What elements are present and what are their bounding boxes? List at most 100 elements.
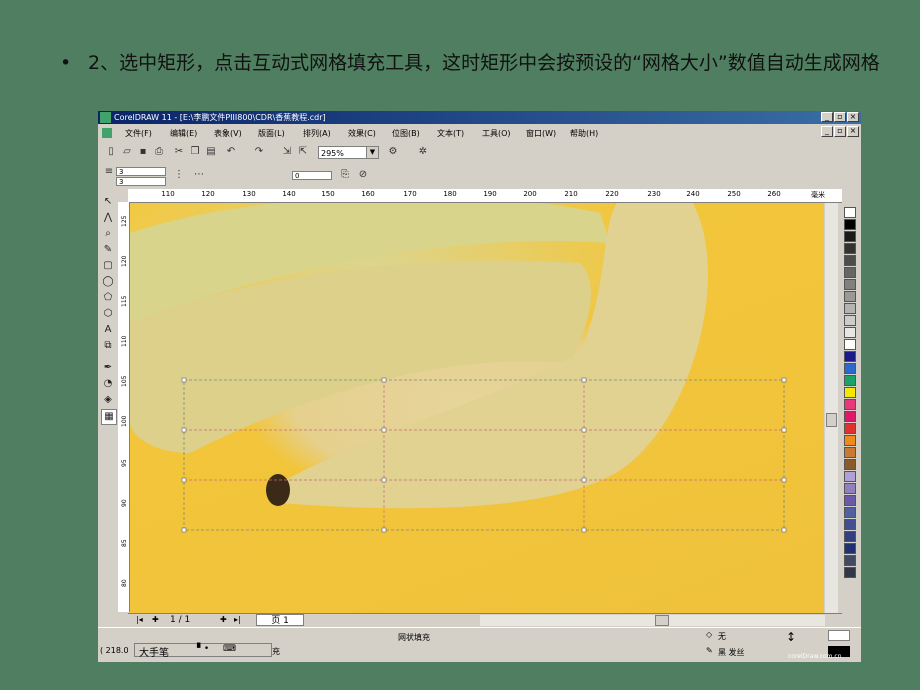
page-tab[interactable]: 页 1 <box>256 614 304 626</box>
color-swatch[interactable] <box>844 243 856 254</box>
vruler-label: 110 <box>121 335 128 347</box>
color-swatch[interactable] <box>844 363 856 374</box>
menu-bitmaps[interactable]: 位图(B) <box>392 128 420 139</box>
copy-mesh-icon[interactable]: ⎘ <box>338 168 352 182</box>
color-swatch[interactable] <box>844 387 856 398</box>
outline-tool-icon[interactable]: ◔ <box>101 377 115 391</box>
maximize-button[interactable]: ▫ <box>834 112 846 122</box>
paste-icon[interactable]: ▤ <box>204 145 218 159</box>
ime-mode-icon[interactable]: ▘• <box>197 644 209 654</box>
delete-node-icon[interactable]: ⋯ <box>192 168 206 182</box>
color-swatch[interactable] <box>844 255 856 266</box>
save-icon[interactable]: ▪ <box>136 145 150 159</box>
color-swatch[interactable] <box>844 423 856 434</box>
doc-minimize-button[interactable]: _ <box>821 126 833 137</box>
vertical-scrollbar[interactable] <box>825 203 838 613</box>
interactive-mesh-fill-icon[interactable]: ▦ <box>101 409 117 425</box>
fill-tool-icon[interactable]: ◈ <box>101 393 115 407</box>
menu-layout[interactable]: 版面(L) <box>258 128 285 139</box>
color-swatch[interactable] <box>844 267 856 278</box>
color-swatch[interactable] <box>844 543 856 554</box>
first-page-icon[interactable]: |◂ <box>136 615 143 624</box>
color-swatch[interactable] <box>844 315 856 326</box>
corel-online-icon[interactable]: ✲ <box>416 145 430 159</box>
vscroll-thumb[interactable] <box>826 413 837 427</box>
menu-tools[interactable]: 工具(O) <box>482 128 511 139</box>
color-swatch[interactable] <box>844 447 856 458</box>
color-swatch[interactable] <box>844 231 856 242</box>
menu-text[interactable]: 文本(T) <box>437 128 464 139</box>
menu-window[interactable]: 窗口(W) <box>526 128 556 139</box>
next-page-icon[interactable]: ✚ <box>220 615 227 624</box>
basic-shapes-icon[interactable]: ⬡ <box>101 307 115 321</box>
doc-close-button[interactable]: × <box>847 126 859 137</box>
import-icon[interactable]: ⇲ <box>280 145 294 159</box>
menu-help[interactable]: 帮助(H) <box>570 128 598 139</box>
add-node-icon[interactable]: ⋮ <box>172 168 186 182</box>
new-icon[interactable]: ▯ <box>104 145 118 159</box>
app-launcher-icon[interactable]: ⚙ <box>386 145 400 159</box>
menu-arrange[interactable]: 排列(A) <box>303 128 331 139</box>
vruler-label: 105 <box>121 375 128 387</box>
color-swatch[interactable] <box>844 471 856 482</box>
prev-page-icon[interactable]: ✚ <box>152 615 159 624</box>
color-swatch[interactable] <box>844 327 856 338</box>
color-swatch[interactable] <box>844 339 856 350</box>
minimize-button[interactable]: _ <box>821 112 833 122</box>
text-tool-icon[interactable]: A <box>101 323 115 337</box>
color-swatch[interactable] <box>844 399 856 410</box>
mesh-columns-field[interactable]: 3 <box>116 167 166 176</box>
freehand-tool-icon[interactable]: ✎ <box>101 243 115 257</box>
horizontal-scrollbar[interactable] <box>480 615 825 626</box>
menu-file[interactable]: 文件(F) <box>125 128 152 139</box>
drawing-canvas[interactable] <box>130 203 824 613</box>
undo-icon[interactable]: ↶ <box>224 145 238 159</box>
color-swatch[interactable] <box>844 519 856 530</box>
color-swatch[interactable] <box>844 555 856 566</box>
ime-label[interactable]: 大手笔 <box>139 644 169 659</box>
interactive-blend-icon[interactable]: ⧉ <box>101 339 115 353</box>
open-icon[interactable]: ▱ <box>120 145 134 159</box>
color-swatch[interactable] <box>844 351 856 362</box>
mesh-rows-field[interactable]: 3 <box>116 177 166 186</box>
hscroll-thumb[interactable] <box>655 615 669 626</box>
last-page-icon[interactable]: ▸| <box>234 615 241 624</box>
color-swatch[interactable] <box>844 459 856 470</box>
ruler-tick: 120 <box>201 190 215 198</box>
ime-keyboard-icon[interactable]: ⌨ <box>223 644 236 654</box>
shape-tool-icon[interactable]: ⋀ <box>101 211 115 225</box>
color-swatch[interactable] <box>844 291 856 302</box>
export-icon[interactable]: ⇱ <box>296 145 310 159</box>
color-swatch[interactable] <box>844 219 856 230</box>
clear-mesh-icon[interactable]: ⊘ <box>356 168 370 182</box>
zoom-tool-icon[interactable]: ⌕ <box>101 227 115 241</box>
menu-effects[interactable]: 效果(C) <box>348 128 376 139</box>
color-swatch[interactable] <box>844 279 856 290</box>
rectangle-tool-icon[interactable]: ▢ <box>101 259 115 273</box>
color-swatch[interactable] <box>844 567 856 578</box>
menu-edit[interactable]: 编辑(E) <box>170 128 197 139</box>
color-swatch[interactable] <box>844 411 856 422</box>
color-swatch[interactable] <box>844 483 856 494</box>
redo-icon[interactable]: ↷ <box>252 145 266 159</box>
color-swatch[interactable] <box>844 495 856 506</box>
color-swatch[interactable] <box>844 435 856 446</box>
cut-icon[interactable]: ✂ <box>172 145 186 159</box>
print-icon[interactable]: ⎙ <box>152 145 166 159</box>
menu-view[interactable]: 表象(V) <box>214 128 242 139</box>
ellipse-tool-icon[interactable]: ◯ <box>101 275 115 289</box>
eyedropper-icon[interactable]: ✒ <box>101 361 115 375</box>
close-button[interactable]: × <box>847 112 859 122</box>
no-color-swatch[interactable] <box>844 207 856 218</box>
ruler-tick: 150 <box>321 190 335 198</box>
zoom-dropdown-icon[interactable]: ▼ <box>366 146 379 159</box>
doc-restore-button[interactable]: ▫ <box>834 126 846 137</box>
color-swatch[interactable] <box>844 531 856 542</box>
color-swatch[interactable] <box>844 507 856 518</box>
color-swatch[interactable] <box>844 303 856 314</box>
curve-smoothness-field[interactable]: 0 <box>292 171 332 180</box>
polygon-tool-icon[interactable]: ⬠ <box>101 291 115 305</box>
pick-tool-icon[interactable]: ↖ <box>101 195 115 209</box>
color-swatch[interactable] <box>844 375 856 386</box>
copy-icon[interactable]: ❐ <box>188 145 202 159</box>
